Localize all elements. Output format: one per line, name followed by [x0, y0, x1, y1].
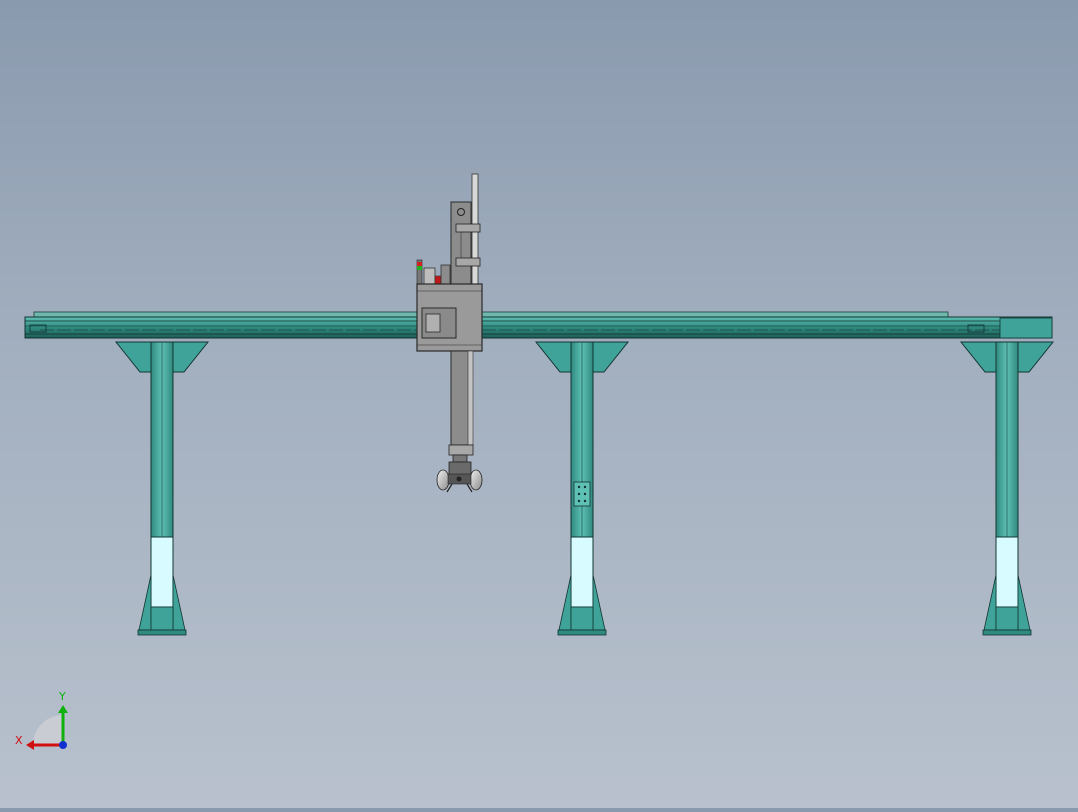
vertical-axis-upper [450, 173, 481, 287]
top-beam [24, 311, 1053, 339]
carriage-block[interactable] [416, 283, 483, 352]
triad-y-label: Y [58, 690, 66, 703]
carriage-accessories [416, 259, 451, 285]
vertical-axis-lower [448, 350, 474, 463]
cad-viewport[interactable]: Y X [0, 0, 1078, 808]
support-leg-left [114, 341, 210, 636]
gantry-drawing: Y X [15, 173, 1055, 750]
coordinate-triad: Y X [15, 690, 68, 750]
support-leg-right [959, 341, 1055, 636]
triad-x-label: X [15, 734, 23, 747]
support-leg-middle [534, 341, 630, 636]
gripper[interactable] [436, 461, 483, 493]
